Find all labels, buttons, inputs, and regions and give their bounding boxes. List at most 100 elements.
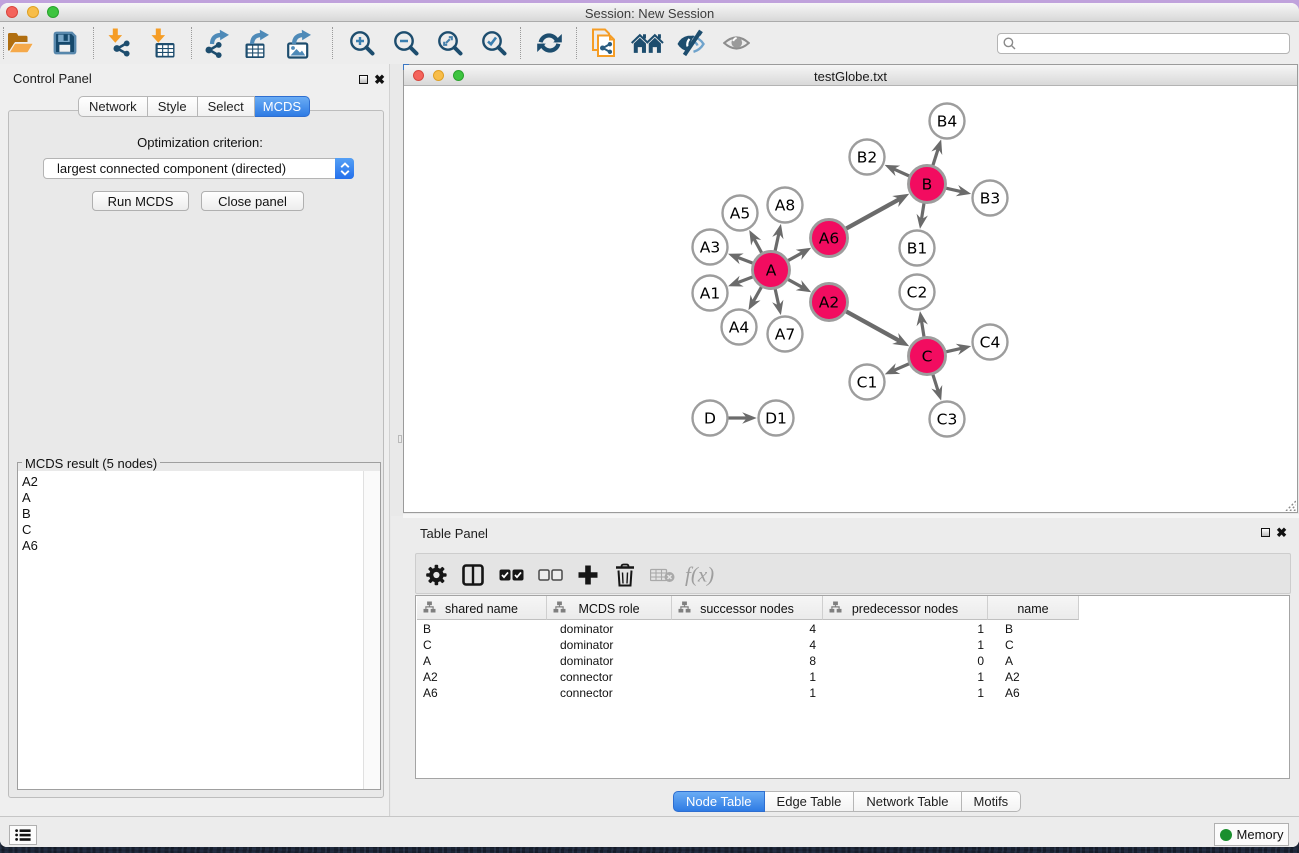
table-tab-edge-table[interactable]: Edge Table	[765, 791, 855, 812]
delete-column-button[interactable]	[606, 554, 644, 595]
export-network-button[interactable]	[199, 22, 237, 64]
table-tab-motifs[interactable]: Motifs	[962, 791, 1022, 812]
zoom-fit-button[interactable]	[430, 22, 468, 64]
graph-node-A2[interactable]: A2	[811, 284, 848, 321]
graph-node-B[interactable]: B	[909, 166, 946, 203]
show-all-button[interactable]	[717, 22, 755, 64]
graph-edge-A-A5[interactable]	[754, 239, 762, 253]
graph-edge-B-B2[interactable]	[894, 169, 910, 176]
table-tab-network-table[interactable]: Network Table	[854, 791, 961, 812]
deselect-all-button[interactable]	[531, 554, 569, 595]
graph-node-A[interactable]: A	[753, 252, 790, 289]
open-session-button[interactable]	[2, 22, 40, 64]
graph-node-C2[interactable]: C2	[900, 275, 935, 310]
export-image-button[interactable]	[281, 22, 319, 64]
table-panel-float-button[interactable]	[1261, 528, 1270, 537]
graph-edge-C-C1[interactable]	[894, 364, 909, 371]
table-panel-close-button[interactable]: ✖	[1276, 528, 1287, 538]
graph-edge-B-B1[interactable]	[922, 203, 924, 219]
table-row[interactable]: Adominator80A	[416, 653, 1289, 669]
criterion-combobox[interactable]: largest connected component (directed)	[43, 158, 354, 179]
column-settings-button[interactable]	[417, 554, 455, 595]
graph-node-A3[interactable]: A3	[693, 230, 728, 265]
graph-edge-C-C2[interactable]	[922, 321, 924, 337]
control-panel-tab-style[interactable]: Style	[148, 96, 198, 117]
graph-edge-B-B4[interactable]	[933, 149, 938, 166]
mcds-result-item[interactable]: A	[18, 490, 380, 506]
graph-node-D[interactable]: D	[693, 401, 728, 436]
control-panel-tab-network[interactable]: Network	[78, 96, 148, 117]
combobox-stepper-icon[interactable]	[335, 158, 354, 179]
graph-edge-A-A1[interactable]	[737, 277, 752, 283]
table-row[interactable]: A6connector11A6	[416, 685, 1289, 701]
save-session-button[interactable]	[46, 22, 84, 64]
graph-node-C3[interactable]: C3	[930, 402, 965, 437]
graph-node-A6[interactable]: A6	[811, 220, 848, 257]
zoom-in-button[interactable]	[342, 22, 380, 64]
graph-node-B2[interactable]: B2	[850, 140, 885, 175]
graph-node-B3[interactable]: B3	[973, 181, 1008, 216]
graph-node-A7[interactable]: A7	[768, 317, 803, 352]
mcds-result-list[interactable]: A2ABCA6	[18, 471, 380, 789]
duplicate-network-button[interactable]	[585, 22, 623, 64]
graph-edge-A-A6[interactable]	[788, 253, 803, 261]
mcds-result-scrollbar[interactable]	[363, 471, 380, 789]
mcds-result-item[interactable]: C	[18, 522, 380, 538]
graph-node-A4[interactable]: A4	[722, 310, 757, 345]
control-panel-float-button[interactable]	[359, 75, 368, 84]
toggle-panel-button[interactable]	[454, 554, 492, 595]
memory-button[interactable]: Memory	[1214, 823, 1289, 846]
close-panel-button[interactable]: Close panel	[201, 191, 304, 211]
table-row[interactable]: Bdominator41B	[416, 621, 1289, 637]
graph-edge-C-C4[interactable]	[946, 348, 961, 351]
graph-edge-A-A2[interactable]	[788, 279, 803, 287]
first-neighbors-button[interactable]	[628, 22, 666, 64]
column-header-predecessor-nodes[interactable]: predecessor nodes	[823, 596, 988, 620]
export-table-button[interactable]	[239, 22, 277, 64]
left-splitter-grip[interactable]	[398, 435, 402, 443]
import-network-button[interactable]	[101, 22, 139, 64]
graph-edge-A-A7[interactable]	[775, 289, 779, 305]
column-header-name[interactable]: name	[988, 596, 1079, 620]
graph-edge-A-A3[interactable]	[737, 257, 752, 263]
graph-node-C1[interactable]: C1	[850, 365, 885, 400]
control-panel-tab-mcds[interactable]: MCDS	[255, 96, 310, 117]
graph-node-B4[interactable]: B4	[930, 104, 965, 139]
column-header-successor-nodes[interactable]: successor nodes	[672, 596, 823, 620]
graph-edge-A-A4[interactable]	[753, 287, 761, 302]
graph-node-B1[interactable]: B1	[900, 231, 935, 266]
delete-table-button[interactable]	[643, 554, 681, 595]
hide-selected-button[interactable]	[672, 22, 710, 64]
search-input[interactable]	[1020, 37, 1280, 51]
zoom-out-button[interactable]	[386, 22, 424, 64]
table-row[interactable]: A2connector11A2	[416, 669, 1289, 685]
graph-edge-C-C3[interactable]	[933, 375, 938, 392]
graph-edge-A6-B[interactable]	[846, 199, 900, 229]
graph-node-A1[interactable]: A1	[693, 276, 728, 311]
graph-edge-A-A8[interactable]	[775, 234, 779, 251]
network-window-resize-grip[interactable]	[1284, 499, 1296, 511]
graph-node-C4[interactable]: C4	[973, 325, 1008, 360]
graph-node-A8[interactable]: A8	[768, 188, 803, 223]
graph-node-D1[interactable]: D1	[759, 401, 794, 436]
network-graph-canvas[interactable]: B4 B2 B B3 A8 A5 A6 A3 B1 A C2 A1 A2 A4 A7 C4 C C1 D D1 C3	[404, 87, 1297, 514]
graph-node-C[interactable]: C	[909, 338, 946, 375]
add-column-button[interactable]	[569, 554, 607, 595]
mcds-result-item[interactable]: A2	[18, 474, 380, 490]
column-header-MCDS-role[interactable]: MCDS role	[547, 596, 672, 620]
function-builder-button[interactable]: f(x)	[682, 554, 720, 595]
graph-edge-A2-C[interactable]	[846, 311, 900, 341]
task-history-button[interactable]	[9, 825, 37, 845]
mcds-result-item[interactable]: A6	[18, 538, 380, 554]
run-mcds-button[interactable]: Run MCDS	[92, 191, 189, 211]
import-table-button[interactable]	[144, 22, 182, 64]
control-panel-close-button[interactable]: ✖	[374, 75, 385, 85]
control-panel-tab-select[interactable]: Select	[198, 96, 255, 117]
zoom-selected-button[interactable]	[474, 22, 512, 64]
column-header-shared-name[interactable]: shared name	[417, 596, 547, 620]
select-all-button[interactable]	[492, 554, 530, 595]
graph-node-A5[interactable]: A5	[723, 196, 758, 231]
mcds-result-item[interactable]: B	[18, 506, 380, 522]
table-tab-node-table[interactable]: Node Table	[673, 791, 765, 812]
graph-edge-B-B3[interactable]	[946, 188, 961, 191]
